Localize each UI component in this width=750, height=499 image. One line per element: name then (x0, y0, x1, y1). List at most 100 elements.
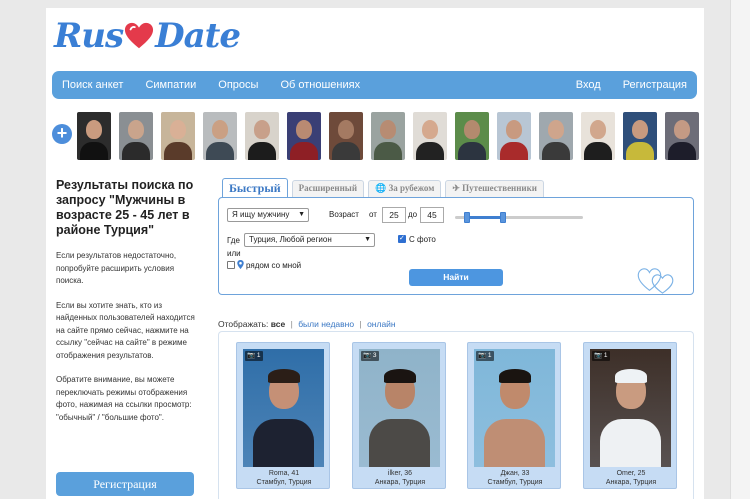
profile-thumbnail[interactable] (245, 112, 279, 160)
where-label: Где (227, 236, 240, 245)
profile-age: 33 (521, 470, 530, 477)
photo-count-badge: 📷 1 (592, 351, 610, 361)
display-all[interactable]: все (271, 319, 285, 329)
nav-auth: Вход Регистрация (554, 79, 687, 91)
thumbnail-body (416, 142, 444, 160)
age-slider-max-handle[interactable] (500, 212, 506, 223)
add-photo-button[interactable]: + (52, 124, 72, 144)
profile-city: Анкара (605, 479, 630, 486)
profile-name-age[interactable]: Omer, 25 (584, 469, 678, 478)
profile-card[interactable]: 📷 1 Omer, 25 Анкара, Турция (583, 342, 677, 489)
profile-caption: Джан, 33 Стамбул, Турция (468, 469, 562, 487)
window-scrollbar[interactable] (730, 0, 750, 499)
nav-search-profiles[interactable]: Поиск анкет (62, 79, 123, 91)
profile-photo[interactable] (243, 349, 324, 467)
profile-name: ilker (387, 470, 401, 477)
profile-name: Roma (268, 470, 288, 477)
profile-thumbnail[interactable] (203, 112, 237, 160)
seeking-select[interactable]: Я ищу мужчину ▼ (227, 208, 309, 222)
thumbnail-body (542, 142, 570, 160)
with-photo-label: С фото (409, 235, 436, 244)
profile-thumbnail[interactable] (413, 112, 447, 160)
thumbnail-face (86, 120, 102, 139)
register-button[interactable]: Регистрация (56, 472, 194, 496)
profile-city: Стамбул (256, 479, 285, 486)
thumbnail-face (338, 120, 354, 139)
region-select[interactable]: Турция, Любой регион ▼ (244, 233, 375, 247)
chevron-down-icon: ▼ (298, 211, 305, 218)
photo-count: 3 (372, 352, 377, 359)
profile-name-age[interactable]: Roma, 41 (237, 469, 331, 478)
profile-thumbnail[interactable] (497, 112, 531, 160)
nav-sympathies[interactable]: Симпатии (145, 79, 196, 91)
age-from-input[interactable]: 25 (382, 207, 406, 223)
nearby-label: рядом со мной (246, 261, 302, 270)
profile-thumbnail[interactable] (77, 112, 111, 160)
profile-thumbnail[interactable] (287, 112, 321, 160)
age-slider-min-handle[interactable] (464, 212, 470, 223)
profile-thumbnail[interactable] (371, 112, 405, 160)
display-filter: Отображать: все | были недавно | онлайн (218, 319, 396, 329)
profile-thumbnail[interactable] (623, 112, 657, 160)
logo-text-rus: Rus (54, 16, 124, 56)
profile-thumbnail[interactable] (329, 112, 363, 160)
age-label: Возраст (329, 210, 359, 219)
thumbnail-body (584, 142, 612, 160)
profile-thumbnail[interactable] (455, 112, 489, 160)
camera-icon: 📷 (363, 352, 372, 359)
profile-card[interactable]: 📷 1 Джан, 33 Стамбул, Турция (467, 342, 561, 489)
profile-country: Турция (402, 479, 426, 486)
tab-travelers[interactable]: ✈ Путешественники (445, 180, 544, 197)
profile-location: Стамбул, Турция (256, 479, 312, 486)
display-label: Отображать: (218, 319, 269, 329)
find-button[interactable]: Найти (409, 269, 503, 286)
thumbnail-body (668, 142, 696, 160)
tab-advanced[interactable]: Расширенный (291, 180, 364, 197)
profile-thumbnail[interactable] (665, 112, 699, 160)
tab-quick[interactable]: Быстрый (222, 178, 288, 197)
profile-card[interactable]: 📷 1 Roma, 41 Стамбул, Турция (236, 342, 330, 489)
display-recent[interactable]: были недавно (298, 319, 354, 329)
nav-login[interactable]: Вход (576, 79, 601, 91)
age-to-input[interactable]: 45 (420, 207, 444, 223)
profile-photo[interactable] (590, 349, 671, 467)
thumbnail-face (632, 120, 648, 139)
profile-thumbnail[interactable] (161, 112, 195, 160)
age-to-label: до (408, 210, 418, 219)
age-slider-range (467, 216, 503, 219)
photo-count: 1 (603, 352, 608, 359)
profile-location: Анкара, Турция (605, 479, 657, 486)
site-logo[interactable]: Rus Date (54, 14, 241, 58)
nav-register[interactable]: Регистрация (623, 79, 687, 91)
nav-polls[interactable]: Опросы (218, 79, 258, 91)
profile-name-age[interactable]: ilker, 36 (353, 469, 447, 478)
hearts-icon (637, 268, 674, 294)
logo-text-date: Date (155, 16, 241, 56)
thumbnail-body (458, 142, 486, 160)
nav-about-relationships[interactable]: Об отношениях (280, 79, 360, 91)
thumbnail-body (122, 142, 150, 160)
photo-count-badge: 📷 3 (361, 351, 379, 361)
thumbnail-body (332, 142, 360, 160)
camera-icon: 📷 (478, 352, 487, 359)
photo-body (600, 419, 661, 467)
profile-age: 36 (404, 470, 413, 477)
profile-country: Турция (519, 479, 543, 486)
profile-thumbnail[interactable] (539, 112, 573, 160)
tab-abroad[interactable]: 🌐 За рубежом (368, 180, 442, 197)
profile-age: 25 (637, 470, 646, 477)
thumbnail-face (296, 120, 312, 139)
display-online[interactable]: онлайн (367, 319, 396, 329)
profile-card[interactable]: 📷 3 ilker, 36 Анкара, Турция (352, 342, 446, 489)
profile-thumbnail[interactable] (119, 112, 153, 160)
profile-thumbnail[interactable] (581, 112, 615, 160)
nearby-checkbox[interactable] (227, 261, 235, 269)
profile-photo[interactable] (359, 349, 440, 467)
profile-name-age[interactable]: Джан, 33 (468, 469, 562, 478)
camera-icon: 📷 (594, 352, 603, 359)
profile-photo[interactable] (474, 349, 555, 467)
region-value: Турция, Любой регион (249, 235, 332, 244)
age-slider[interactable] (455, 212, 583, 223)
with-photo-checkbox[interactable] (398, 234, 406, 243)
profile-city: Стамбул (487, 479, 516, 486)
